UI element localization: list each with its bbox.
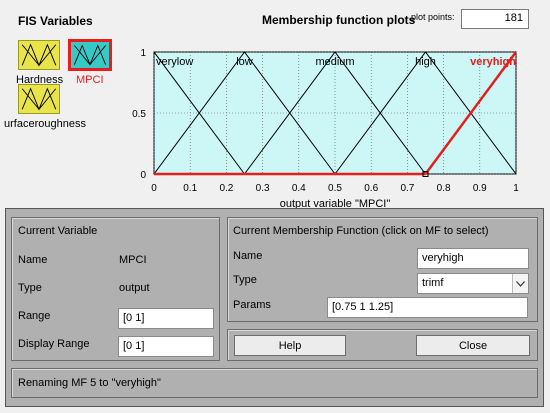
mf-label-medium[interactable]: medium: [315, 56, 354, 68]
params-label: Params: [233, 299, 271, 311]
display-range-label: Display Range: [18, 338, 90, 350]
x-tick-label: 1: [513, 183, 519, 194]
x-tick-label: 0.8: [437, 183, 451, 194]
params-input[interactable]: [0.75 1 1.25]: [327, 297, 528, 318]
mf-label-verylow[interactable]: verylow: [156, 56, 193, 68]
surfaceroughness-variable-box[interactable]: [18, 84, 60, 114]
current-variable-title: Current Variable: [18, 225, 98, 237]
buttons-panel: Help Close: [227, 329, 538, 361]
status-text: Renaming MF 5 to "veryhigh": [18, 377, 161, 389]
mpci-variable-label: MPCI: [76, 74, 104, 86]
status-bar: Renaming MF 5 to "veryhigh": [11, 368, 538, 398]
membership-function-plot[interactable]: 0 0.1 0.2 0.3 0.4 0.5 0.6 0.7 0.8 0.9 1 0 0.5 1 verylo…: [128, 32, 538, 212]
mf-type-label: Type: [233, 274, 257, 286]
range-label: Range: [18, 310, 51, 322]
plot-points-input[interactable]: 181: [461, 9, 529, 29]
help-button[interactable]: Help: [234, 335, 346, 356]
x-tick-label: 0.3: [256, 183, 270, 194]
name-label: Name: [18, 254, 48, 266]
x-tick-label: 0.1: [183, 183, 197, 194]
mf-type-value: trimf: [422, 277, 444, 289]
x-tick-label: 0.4: [292, 183, 306, 194]
membership-icon: [21, 43, 57, 67]
x-tick-label: 0.2: [219, 183, 233, 194]
plot-title: Membership function plots: [262, 13, 416, 27]
x-tick-label: 0: [151, 183, 157, 194]
x-tick-label: 0.7: [400, 183, 414, 194]
x-tick-label: 0.9: [473, 183, 487, 194]
y-tick-label: 0.5: [132, 109, 146, 120]
membership-icon: [73, 44, 107, 66]
range-input[interactable]: [0 1]: [118, 308, 214, 329]
type-label: Type: [18, 282, 42, 294]
type-value: output: [119, 282, 150, 294]
mf-label-low[interactable]: low: [236, 56, 253, 68]
fis-variables-title: FIS Variables: [18, 14, 93, 28]
y-tick-label: 0: [140, 170, 146, 181]
plot-points-label: plot points:: [411, 12, 455, 22]
chevron-down-icon[interactable]: [512, 274, 528, 293]
close-button[interactable]: Close: [416, 335, 530, 356]
mf-label-high[interactable]: high: [415, 56, 436, 68]
y-tick-label: 1: [140, 48, 146, 59]
membership-icon: [21, 87, 57, 111]
display-range-input[interactable]: [0 1]: [118, 336, 214, 357]
mf-type-select[interactable]: trimf: [417, 273, 529, 294]
x-tick-label: 0.5: [328, 183, 342, 194]
x-tick-label: 0.6: [364, 183, 378, 194]
hardness-variable-box[interactable]: [18, 40, 60, 70]
current-mf-title: Current Membership Function (click on MF…: [233, 225, 489, 237]
current-mf-panel: Current Membership Function (click on MF…: [227, 217, 538, 322]
mf-name-input[interactable]: veryhigh: [417, 248, 529, 269]
current-variable-panel: Current Variable Name MPCI Type output R…: [11, 217, 220, 361]
name-value: MPCI: [119, 254, 147, 266]
mf-name-label: Name: [233, 250, 263, 262]
mpci-variable-box[interactable]: [68, 39, 112, 71]
surfaceroughness-variable-label: urfaceroughness: [4, 118, 86, 130]
mf-label-veryhigh[interactable]: veryhigh: [470, 56, 516, 68]
